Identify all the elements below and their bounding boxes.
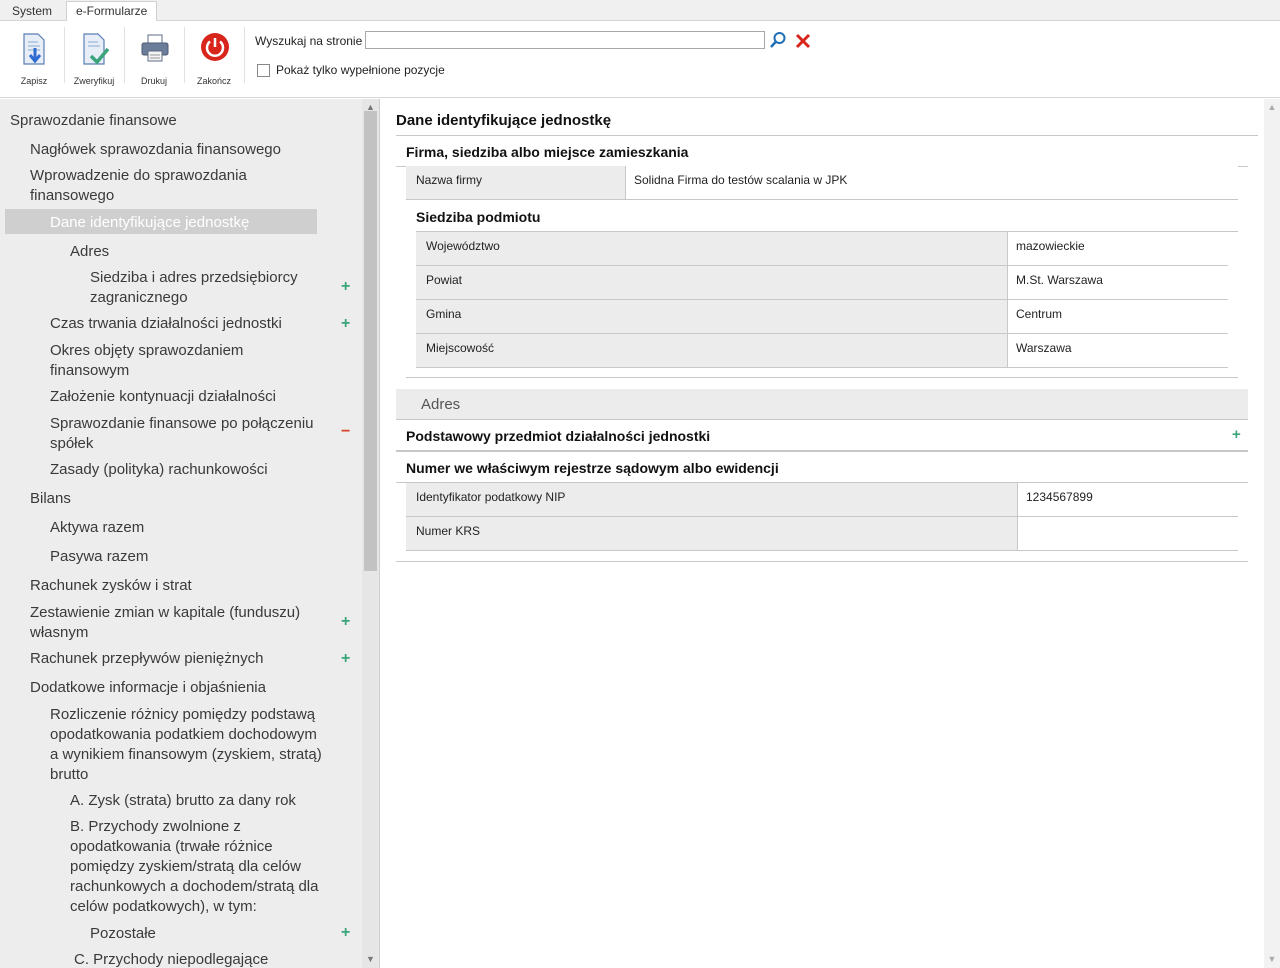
- form-row-nazwa-firmy: Nazwa firmy Solidna Firma do testów scal…: [406, 166, 1238, 200]
- add-plus-icon[interactable]: +: [341, 614, 350, 630]
- navigation-tree: Sprawozdanie finansowe Nagłówek sprawozd…: [0, 99, 380, 968]
- field-value[interactable]: Solidna Firma do testów scalania w JPK: [626, 166, 1238, 199]
- tree-item[interactable]: Adres: [70, 242, 360, 262]
- field-value[interactable]: Centrum: [1008, 300, 1228, 333]
- toolbar-separator: [124, 27, 125, 83]
- section-title: Podstawowy przedmiot działalności jednos…: [406, 428, 711, 444]
- toolbar-separator: [64, 27, 65, 83]
- print-label: Drukuj: [140, 76, 167, 86]
- tree-item[interactable]: C. Przychody niepodlegające: [74, 950, 364, 968]
- tree-item[interactable]: Aktywa razem: [50, 518, 340, 538]
- tree-item-selected[interactable]: Dane identyfikujące jednostkę: [50, 213, 340, 233]
- form-row-nip: Identyfikator podatkowy NIP 1234567899: [406, 483, 1238, 517]
- add-plus-icon[interactable]: +: [1232, 426, 1241, 443]
- divider: [396, 561, 1248, 562]
- document-check-icon: [83, 33, 110, 65]
- tree-item[interactable]: Rachunek zysków i strat: [30, 576, 320, 596]
- scroll-down-icon[interactable]: ▼: [1267, 954, 1277, 964]
- tree-item[interactable]: Pozostałe: [90, 924, 379, 944]
- divider: [406, 377, 1238, 378]
- tree-item[interactable]: A. Zysk (strata) brutto za dany rok: [70, 791, 360, 811]
- toolbar-separator: [244, 27, 245, 83]
- field-label: Gmina: [416, 300, 1008, 333]
- add-plus-icon[interactable]: +: [341, 279, 350, 295]
- tree-item[interactable]: Rozliczenie różnicy pomiędzy podstawą op…: [50, 705, 325, 785]
- tree-item[interactable]: Czas trwania działalności jednostki: [50, 314, 340, 334]
- form-row-miejscowosc: Miejscowość Warszawa: [416, 334, 1228, 368]
- field-value[interactable]: Warszawa: [1008, 334, 1228, 367]
- form-row-krs: Numer KRS: [406, 517, 1238, 551]
- tree-item[interactable]: Zasady (polityka) rachunkowości: [50, 460, 340, 480]
- field-value[interactable]: [1018, 517, 1238, 550]
- remove-minus-icon[interactable]: −: [341, 424, 350, 440]
- tree-item[interactable]: Sprawozdanie finansowe po połączeniu spó…: [50, 414, 325, 454]
- tree-item[interactable]: Okres objęty sprawozdaniem finansowym: [50, 341, 290, 381]
- search-label: Wyszukaj na stronie: [255, 34, 363, 48]
- form-row-powiat: Powiat M.St. Warszawa: [416, 266, 1228, 300]
- ribbon-toolbar: Zapisz Zweryfikuj Drukuj Zakończ Wyszuka…: [0, 21, 1280, 98]
- tree-item[interactable]: Wprowadzenie do sprawozdania finansowego: [30, 166, 280, 206]
- scrollbar-thumb[interactable]: [364, 111, 377, 571]
- divider: [396, 450, 1248, 452]
- toolbar-separator: [184, 27, 185, 83]
- tree-item[interactable]: Dodatkowe informacje i objaśnienia: [30, 678, 320, 698]
- tree-item[interactable]: Siedziba i adres przedsiębiorcy zagranic…: [90, 268, 325, 308]
- printer-icon: [141, 34, 169, 62]
- tree-item[interactable]: Nagłówek sprawozdania finansowego: [30, 140, 320, 160]
- save-label: Zapisz: [20, 76, 48, 86]
- exit-button[interactable]: Zakończ: [186, 27, 242, 91]
- section-title: Numer we właściwym rejestrze sądowym alb…: [406, 460, 779, 476]
- form-row-gmina: Gmina Centrum: [416, 300, 1228, 334]
- tree-scrollbar[interactable]: ▲ ▼: [362, 99, 379, 968]
- verify-button[interactable]: Zweryfikuj: [66, 27, 122, 91]
- print-button[interactable]: Drukuj: [126, 27, 182, 91]
- tree-item[interactable]: Sprawozdanie finansowe: [10, 111, 300, 131]
- field-label: Powiat: [416, 266, 1008, 299]
- add-plus-icon[interactable]: +: [341, 316, 350, 332]
- tab-e-formularze[interactable]: e-Formularze: [66, 1, 158, 22]
- divider: [396, 135, 1258, 136]
- magnifier-icon[interactable]: [769, 31, 787, 49]
- tree-item[interactable]: Bilans: [30, 489, 320, 509]
- scroll-up-icon[interactable]: ▲: [1267, 102, 1277, 112]
- field-value[interactable]: 1234567899: [1018, 483, 1238, 516]
- field-label: Województwo: [416, 232, 1008, 265]
- scroll-down-icon[interactable]: ▼: [365, 954, 376, 964]
- page-title: Dane identyfikujące jednostkę: [396, 112, 612, 129]
- divider: [396, 419, 1248, 420]
- field-value[interactable]: M.St. Warszawa: [1008, 266, 1228, 299]
- tree-item[interactable]: B. Przychody zwolnione z opodatkowania (…: [70, 817, 320, 917]
- tab-system[interactable]: System: [3, 2, 61, 21]
- exit-label: Zakończ: [196, 76, 231, 86]
- field-value[interactable]: mazowieckie: [1008, 232, 1228, 265]
- save-button[interactable]: Zapisz: [6, 27, 62, 91]
- add-plus-icon[interactable]: +: [341, 651, 350, 667]
- tree-item[interactable]: Rachunek przepływów pieniężnych: [30, 649, 320, 669]
- red-x-icon[interactable]: [795, 31, 811, 49]
- form-scrollbar[interactable]: ▲ ▼: [1264, 99, 1280, 968]
- search-input[interactable]: [365, 31, 765, 49]
- save-down-arrow-icon: [23, 33, 45, 65]
- tree-item[interactable]: Pasywa razem: [50, 547, 340, 567]
- power-icon: [201, 33, 229, 61]
- tab-bar: System e-Formularze: [0, 0, 1280, 22]
- field-label: Nazwa firmy: [406, 166, 626, 199]
- address-collapsed-section[interactable]: Adres: [396, 389, 1248, 419]
- form-row-wojewodztwo: Województwo mazowieckie: [416, 232, 1228, 266]
- add-plus-icon[interactable]: +: [341, 925, 350, 941]
- tree-item[interactable]: Zestawienie zmian w kapitale (funduszu) …: [30, 603, 320, 643]
- verify-label: Zweryfikuj: [73, 76, 115, 86]
- tree-item[interactable]: Założenie kontynuacji działalności: [50, 387, 340, 407]
- subsection-title: Siedziba podmiotu: [416, 209, 541, 225]
- section-title: Firma, siedziba albo miejsce zamieszkani…: [406, 144, 689, 160]
- field-label: Identyfikator podatkowy NIP: [406, 483, 1018, 516]
- filled-only-checkbox[interactable]: [257, 64, 270, 77]
- filled-only-label: Pokaż tylko wypełnione pozycje: [276, 63, 445, 77]
- field-label: Miejscowość: [416, 334, 1008, 367]
- field-label: Numer KRS: [406, 517, 1018, 550]
